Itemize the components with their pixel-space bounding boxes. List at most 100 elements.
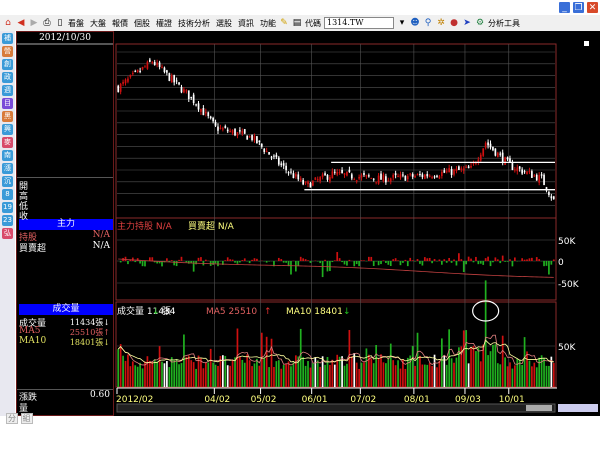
volume-bar xyxy=(377,358,380,387)
net-buy-bar xyxy=(399,261,402,266)
sidebar-icon-8[interactable]: 麥 xyxy=(2,137,13,148)
net-buy-bar xyxy=(528,258,531,261)
forward-icon[interactable]: ▶ xyxy=(29,18,39,28)
sidebar-icon-15[interactable]: 弘 xyxy=(2,228,13,239)
net-buy-bar xyxy=(380,261,382,265)
sidebar-icon-1[interactable]: 營 xyxy=(2,46,13,57)
dropdown-icon[interactable]: ▾ xyxy=(397,18,407,28)
candle xyxy=(331,171,334,179)
candle xyxy=(248,135,251,138)
net-buy-bar xyxy=(304,259,307,261)
candle xyxy=(438,176,441,179)
candle xyxy=(153,61,156,66)
sidebar-icon-9[interactable]: 南 xyxy=(2,150,13,161)
home-icon[interactable]: ⌂ xyxy=(3,18,13,28)
menu-0[interactable]: 看盤 xyxy=(68,18,84,29)
candle xyxy=(428,175,431,178)
volume-bar xyxy=(372,363,375,387)
candle xyxy=(197,103,200,110)
net-buy-bar xyxy=(535,257,538,261)
scrollbar-thumb[interactable] xyxy=(526,405,552,411)
back-icon[interactable]: ◀ xyxy=(16,18,26,28)
menu-2[interactable]: 報價 xyxy=(112,18,128,29)
sidebar-icon-12[interactable]: 8 xyxy=(2,189,13,200)
sidebar-icon-0[interactable]: 補 xyxy=(2,33,13,44)
candle xyxy=(277,157,280,165)
menu-3[interactable]: 個股 xyxy=(134,18,150,29)
people-icon[interactable]: ☻ xyxy=(410,18,420,28)
sidebar-icon-14[interactable]: 23 xyxy=(2,215,13,226)
candle xyxy=(543,174,545,186)
candle xyxy=(389,178,392,182)
volume-bar xyxy=(453,362,455,387)
volume-bar xyxy=(226,365,229,387)
restore-button[interactable]: ❐ xyxy=(572,1,585,14)
volume-bar xyxy=(156,361,159,387)
net-buy-bar xyxy=(389,261,392,267)
menu-6[interactable]: 選股 xyxy=(216,18,232,29)
volume-row-label: MA5 xyxy=(19,326,41,336)
menu-8[interactable]: 功能 xyxy=(260,18,276,29)
volume-bar xyxy=(173,360,176,387)
volume-legend-unit: 張 xyxy=(162,306,171,317)
volume-bar xyxy=(479,361,482,387)
analysis-tools-menu[interactable]: 分析工具 xyxy=(488,18,520,29)
chart-area[interactable]: 2012/02 04/02 05/02 06/01 07/02 08/01 09/03 10/… xyxy=(114,31,600,416)
volume-bar xyxy=(287,361,290,387)
tab-minute[interactable]: 分 xyxy=(6,413,18,424)
volume-bar xyxy=(331,359,334,387)
net-buy-bar xyxy=(523,259,526,261)
net-buy-bar xyxy=(538,259,541,261)
sidebar-icon-13[interactable]: 19 xyxy=(2,202,13,213)
candle xyxy=(482,148,485,156)
net-buy-bar xyxy=(496,259,499,261)
volume-bar xyxy=(294,355,297,387)
net-buy-bar xyxy=(360,260,363,261)
net-buy-bar xyxy=(166,258,168,261)
sidebar-icon-5[interactable]: 目 xyxy=(2,98,13,109)
candle xyxy=(440,172,443,177)
analysis-icon[interactable]: ⚙ xyxy=(475,18,485,28)
net-buy-bar xyxy=(394,258,397,261)
sidebar-icon-3[interactable]: 政 xyxy=(2,72,13,83)
print-icon[interactable]: ⎙ xyxy=(42,18,52,28)
page-icon[interactable]: ▯ xyxy=(55,18,65,28)
close-button[interactable]: ✕ xyxy=(586,1,599,14)
sidebar-icon-2[interactable]: 創 xyxy=(2,59,13,70)
volume-bar xyxy=(285,363,287,387)
menu-4[interactable]: 權證 xyxy=(156,18,172,29)
tab-group[interactable]: 組 xyxy=(20,413,33,424)
volume-bar xyxy=(329,364,331,387)
candle xyxy=(523,171,526,173)
minimize-button[interactable]: _ xyxy=(558,1,571,14)
net-buy-bar xyxy=(387,261,390,265)
net-buy-bar xyxy=(450,261,453,263)
sidebar-icon-10[interactable]: 漲 xyxy=(2,163,13,174)
candle xyxy=(187,90,190,99)
menu-5[interactable]: 技術分析 xyxy=(178,18,210,29)
candle xyxy=(467,166,470,169)
search-icon[interactable]: ⚲ xyxy=(423,18,433,28)
candle xyxy=(484,143,487,148)
calc-icon[interactable]: ▤ xyxy=(292,18,302,28)
candle xyxy=(326,174,329,180)
menu-7[interactable]: 資訊 xyxy=(238,18,254,29)
volume-bar xyxy=(428,362,431,387)
sidebar-icon-11[interactable]: 沉 xyxy=(2,176,13,187)
zoom-controls[interactable] xyxy=(558,404,598,412)
sidebar-icon-6[interactable]: 黑 xyxy=(2,111,13,122)
net-buy-bar xyxy=(180,256,183,261)
candle xyxy=(231,130,234,134)
menu-1[interactable]: 大盤 xyxy=(90,18,106,29)
pen-icon[interactable]: ✎ xyxy=(279,18,289,28)
sidebar-icon-7[interactable]: 興 xyxy=(2,124,13,135)
sidebar-icon-4[interactable]: 週 xyxy=(2,85,13,96)
horizontal-scrollbar[interactable] xyxy=(116,403,556,413)
volume-bar xyxy=(234,357,236,387)
cursor-icon[interactable]: ➤ xyxy=(462,18,472,28)
settings-icon[interactable]: ✲ xyxy=(436,18,446,28)
candle xyxy=(392,174,395,178)
volume-bar xyxy=(528,360,531,387)
alert-icon[interactable]: ● xyxy=(449,18,459,28)
code-input[interactable]: 1314.TW xyxy=(324,17,394,29)
